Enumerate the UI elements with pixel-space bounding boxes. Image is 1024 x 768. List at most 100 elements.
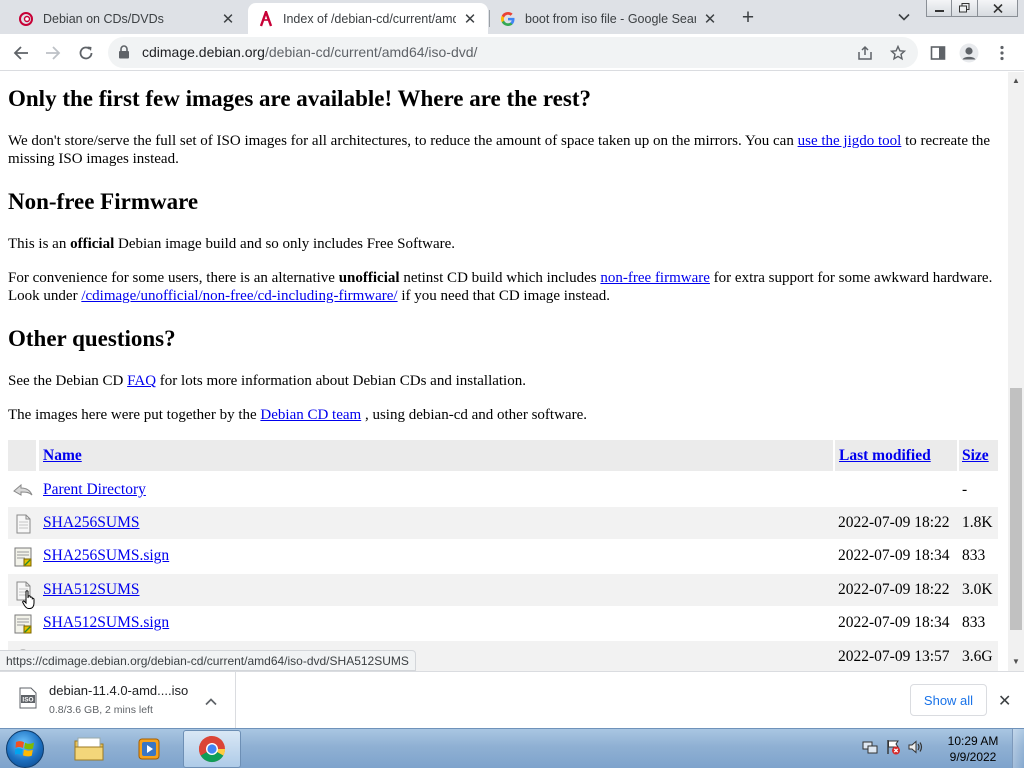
download-item[interactable]: ISO debian-11.4.0-amd....iso 0.8/3.6 GB,… <box>0 672 236 728</box>
close-window-button[interactable] <box>978 0 1018 17</box>
reload-button[interactable] <box>72 39 100 67</box>
show-all-downloads-button[interactable]: Show all <box>910 684 987 716</box>
sha512sums-sign-link[interactable]: SHA512SUMS.sign <box>43 614 169 632</box>
paragraph-faq: See the Debian CD FAQ for lots more info… <box>8 372 998 390</box>
chrome-icon <box>198 735 226 763</box>
faq-link[interactable]: FAQ <box>127 373 156 389</box>
iso-label: ISO <box>22 697 33 704</box>
browser-toolbar: cdimage.debian.org/debian-cd/current/amd… <box>0 34 1024 71</box>
heading-rest-images: Only the first few images are available!… <box>8 86 591 111</box>
header-size-cell: Size <box>959 440 998 471</box>
file-size: 3.6G <box>962 648 993 665</box>
taskbar-explorer[interactable] <box>60 730 118 768</box>
tab-index-iso-dvd[interactable]: Index of /debian-cd/current/amd ✕ <box>248 3 488 34</box>
minimize-button[interactable] <box>926 0 952 17</box>
tab-title: Debian on CDs/DVDs <box>43 11 164 26</box>
clock-date: 9/9/2022 <box>949 750 997 764</box>
cd-including-firmware-link[interactable]: /cdimage/unofficial/non-free/cd-includin… <box>81 288 397 304</box>
media-player-icon <box>138 738 160 760</box>
text: The images here were put together by the <box>8 407 261 423</box>
text: , using debian-cd and other software. <box>361 407 587 423</box>
start-button[interactable] <box>6 730 44 768</box>
address-bar[interactable]: cdimage.debian.org/debian-cd/current/amd… <box>108 37 918 68</box>
file-size: 1.8K <box>962 514 993 531</box>
taskbar-chrome[interactable] <box>183 730 241 768</box>
download-filename: debian-11.4.0-amd....iso <box>49 683 189 698</box>
network-icon[interactable] <box>862 739 878 760</box>
share-icon[interactable] <box>855 43 875 63</box>
volume-icon[interactable] <box>908 739 924 760</box>
text: We don't store/serve the full set of ISO… <box>8 133 798 149</box>
text: Debian image build and so only includes … <box>114 236 456 252</box>
action-center-flag-icon[interactable] <box>885 739 901 760</box>
scrollbar-thumb[interactable] <box>1010 388 1022 630</box>
page-scrollbar[interactable]: ▲ ▼ <box>1008 72 1024 671</box>
side-panel-icon[interactable] <box>927 42 949 64</box>
table-row: SHA512SUMS 2022-07-09 18:22 3.0K <box>8 574 998 606</box>
signature-file-icon <box>12 614 34 634</box>
parent-directory-link[interactable]: Parent Directory <box>43 481 146 499</box>
chevron-up-icon[interactable] <box>205 693 217 711</box>
table-row: SHA512SUMS.sign 2022-07-09 18:34 833 <box>8 607 998 639</box>
scroll-up-arrow-icon[interactable]: ▲ <box>1012 76 1020 85</box>
restore-button[interactable] <box>952 0 978 17</box>
last-modified: 2022-07-09 18:34 <box>838 614 950 631</box>
taskbar-clock[interactable]: 10:29 AM 9/9/2022 <box>940 733 1006 765</box>
url-host: cdimage.debian.org <box>142 44 265 60</box>
close-icon[interactable]: ✕ <box>998 691 1011 711</box>
forward-button[interactable] <box>39 39 67 67</box>
file-size: 833 <box>962 547 986 564</box>
folder-icon <box>74 737 104 761</box>
tab-strip: Debian on CDs/DVDs ✕ Index of /debian-cd… <box>0 0 1024 34</box>
sort-by-last-modified-link[interactable]: Last modified <box>839 447 931 465</box>
non-free-firmware-link[interactable]: non-free firmware <box>600 270 710 286</box>
lock-icon[interactable] <box>118 45 130 64</box>
sha512sums-link[interactable]: SHA512SUMS <box>43 581 139 599</box>
url-text[interactable]: cdimage.debian.org/debian-cd/current/amd… <box>142 44 477 60</box>
close-icon[interactable]: ✕ <box>220 11 236 28</box>
back-button[interactable] <box>7 39 35 67</box>
new-tab-icon[interactable]: + <box>736 6 760 30</box>
tab-search-icon[interactable] <box>894 8 914 26</box>
heading-non-free-firmware: Non-free Firmware <box>8 189 199 214</box>
jigdo-tool-link[interactable]: use the jigdo tool <box>798 133 902 149</box>
windows-taskbar: 10:29 AM 9/9/2022 <box>0 728 1024 768</box>
text-file-icon <box>12 514 34 534</box>
window-controls <box>926 0 1018 18</box>
table-row: SHA256SUMS 2022-07-09 18:22 1.8K <box>8 507 998 539</box>
clock-time: 10:29 AM <box>947 734 999 748</box>
close-icon[interactable]: ✕ <box>702 11 718 28</box>
file-size: 833 <box>962 614 986 631</box>
paragraph-unofficial: For convenience for some users, there is… <box>8 269 998 305</box>
last-modified: 2022-07-09 18:22 <box>838 581 950 598</box>
page-content: Only the first few images are available!… <box>0 72 1008 671</box>
sha256sums-sign-link[interactable]: SHA256SUMS.sign <box>43 547 169 565</box>
table-row: Parent Directory - <box>8 474 998 506</box>
system-tray <box>862 739 924 760</box>
arrow-right-icon <box>46 46 61 60</box>
close-icon[interactable]: ✕ <box>462 11 478 28</box>
tab-debian-cds[interactable]: Debian on CDs/DVDs ✕ <box>8 3 246 34</box>
debian-cd-team-link[interactable]: Debian CD team <box>260 407 361 423</box>
taskbar-media-player[interactable] <box>121 730 179 768</box>
text: See the Debian CD <box>8 373 128 389</box>
sort-by-name-link[interactable]: Name <box>43 447 82 465</box>
header-modified-cell: Last modified <box>835 440 957 471</box>
scroll-down-arrow-icon[interactable]: ▼ <box>1012 657 1020 666</box>
file-size: - <box>962 481 968 498</box>
link-status-bubble: https://cdimage.debian.org/debian-cd/cur… <box>0 650 416 671</box>
text: netinst CD build which includes <box>399 270 601 286</box>
menu-kebab-icon[interactable] <box>991 42 1013 64</box>
profile-avatar[interactable] <box>958 42 980 64</box>
sha256sums-link[interactable]: SHA256SUMS <box>43 514 139 532</box>
back-icon <box>12 481 34 501</box>
show-desktop-button[interactable] <box>1012 729 1024 768</box>
last-modified: 2022-07-09 18:34 <box>838 547 950 564</box>
tab-google-search[interactable]: boot from iso file - Google Searc ✕ <box>490 3 728 34</box>
header-name-cell: Name <box>39 440 833 471</box>
url-path: /debian-cd/current/amd64/iso-dvd/ <box>264 44 478 60</box>
bookmark-star-icon[interactable] <box>888 43 908 63</box>
reload-icon <box>79 46 93 60</box>
tab-title: boot from iso file - Google Searc <box>525 11 696 26</box>
sort-by-size-link[interactable]: Size <box>962 447 989 465</box>
